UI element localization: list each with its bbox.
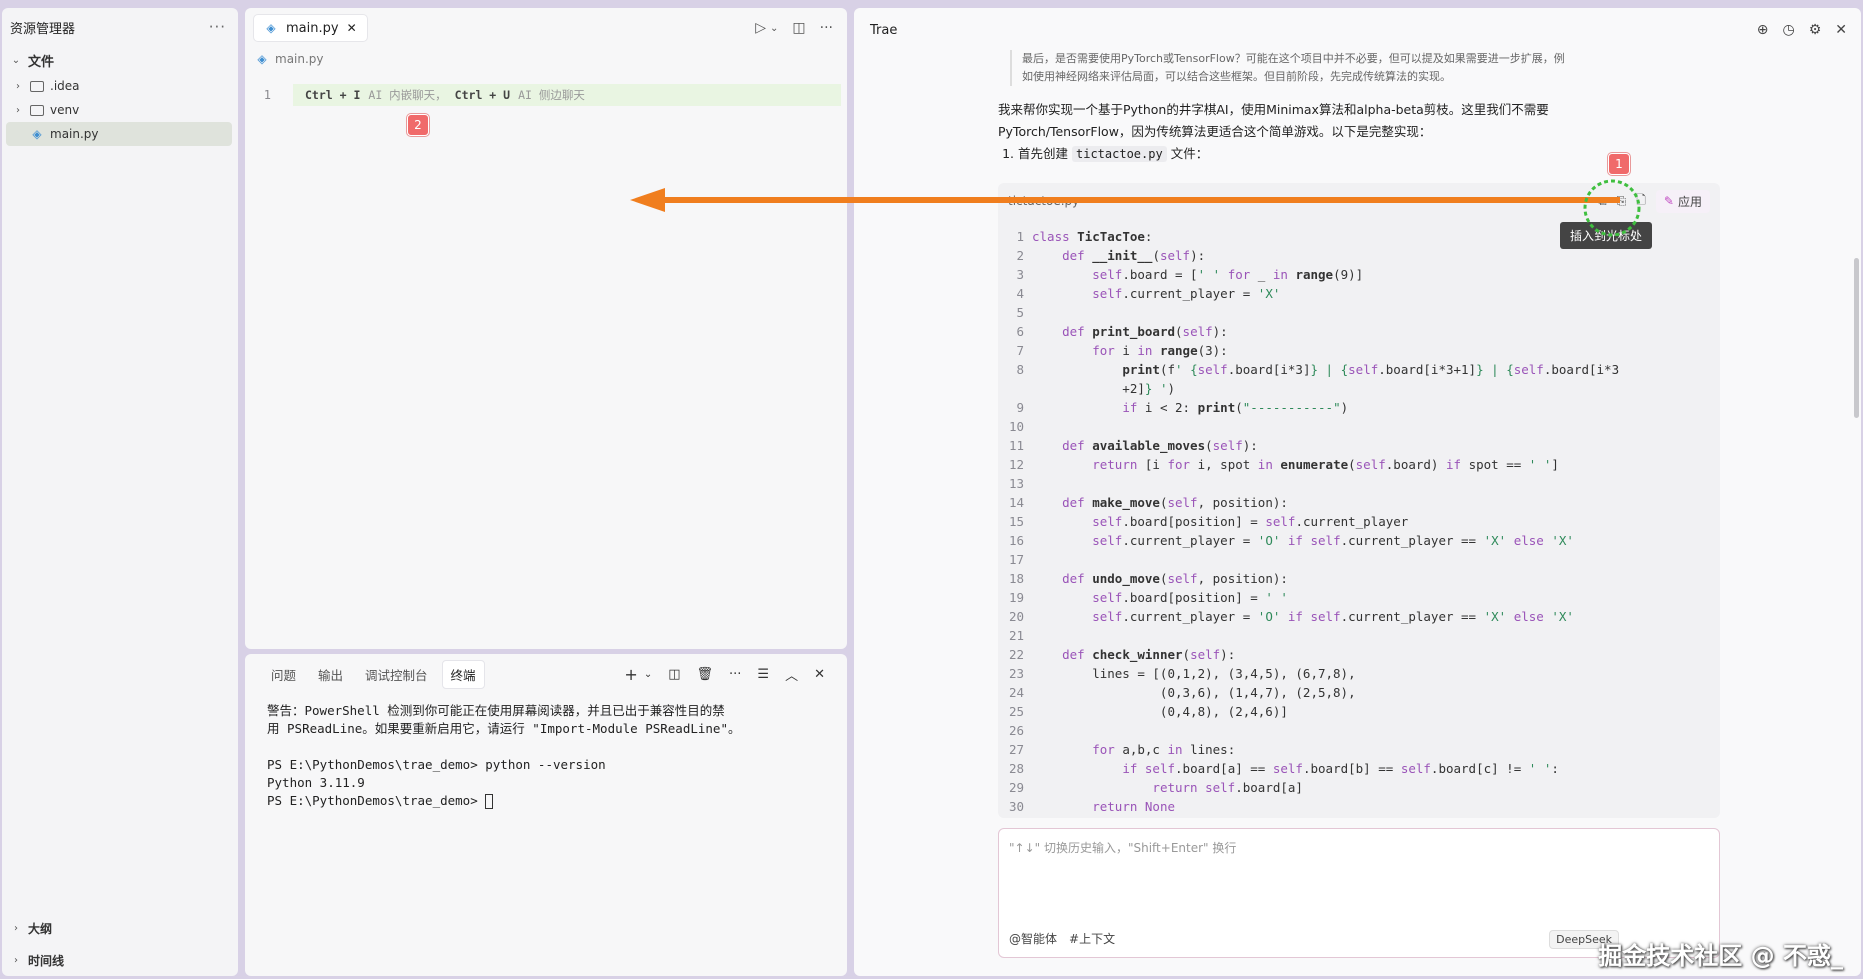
files-section-label: 文件 <box>28 54 55 70</box>
tab-label: main.py <box>286 20 339 36</box>
chevron-down-icon[interactable]: ⌄ <box>770 23 778 34</box>
explorer-panel: 资源管理器 ··· ⌄ 文件 › .idea › venv ◈ main.py … <box>2 8 238 976</box>
annotation-marker-2: 2 <box>407 114 429 136</box>
code-content[interactable]: 1 class TicTacToe: 2 def __init__(self): … <box>998 219 1720 818</box>
tree-item-venv[interactable]: › venv <box>2 98 238 122</box>
split-terminal-icon[interactable]: ◫ <box>668 667 680 682</box>
python-file-icon: ◈ <box>32 127 42 141</box>
tree-item-label: .idea <box>50 79 80 93</box>
terminal-output[interactable]: 警告：PowerShell 检测到你可能正在使用屏幕阅读器，并且已出于兼容性目的… <box>245 694 847 818</box>
close-icon[interactable]: ✕ <box>814 667 825 682</box>
chevron-right-icon: › <box>14 954 18 966</box>
assistant-answer: 我来帮你实现一个基于Python的井字棋AI，使用Minimax算法和alpha… <box>998 99 1588 165</box>
plus-icon[interactable]: + <box>624 665 637 684</box>
terminal-cursor <box>485 794 494 809</box>
folder-icon <box>30 104 44 116</box>
chevron-right-icon: › <box>16 104 20 116</box>
tab-debug-console[interactable]: 调试控制台 <box>357 661 436 688</box>
code-block-filename: tictactoe.py <box>1008 194 1080 208</box>
tree-item-idea[interactable]: › .idea <box>2 74 238 98</box>
sparkle-icon: ✎ <box>1663 194 1674 208</box>
outline-section[interactable]: › 大纲 <box>2 912 238 944</box>
timeline-section[interactable]: › 时间线 <box>2 944 238 976</box>
tree-item-label: main.py <box>50 127 99 141</box>
more-icon[interactable]: ··· <box>729 667 741 682</box>
close-icon[interactable]: ✕ <box>1835 22 1847 38</box>
chat-input-placeholder: "↑↓" 切换历史输入，"Shift+Enter" 换行 <box>1009 841 1237 855</box>
files-section[interactable]: ⌄ 文件 <box>2 46 238 74</box>
thinking-text: 最后，是否需要使用PyTorch或TensorFlow？可能在这个项目中并不必要… <box>1010 50 1570 86</box>
chevron-down-icon: ⌄ <box>11 54 21 66</box>
timeline-label: 时间线 <box>28 953 65 968</box>
python-file-icon: ◈ <box>266 21 276 35</box>
inline-code: tictactoe.py <box>1072 146 1167 162</box>
hint-text: AI 侧边聊天 <box>518 88 585 102</box>
terminal-line: 警告：PowerShell 检测到你可能正在使用屏幕阅读器，并且已出于兼容性目的… <box>267 703 725 718</box>
tree-item-main-py[interactable]: ◈ main.py <box>6 122 232 146</box>
new-file-icon[interactable]: 🗋 <box>1636 191 1646 212</box>
step-text: 首先创建 <box>1018 146 1069 161</box>
outline-label: 大纲 <box>28 921 53 936</box>
breadcrumb-label[interactable]: main.py <box>275 52 324 66</box>
agent-button[interactable]: @智能体 <box>1009 930 1057 947</box>
terminal-line: Python 3.11.9 <box>267 775 365 790</box>
terminal-panel: 问题 输出 调试控制台 终端 + ⌄ ◫ 🗑 ··· ☰ ︿ ✕ 警告：Powe… <box>245 654 847 976</box>
gear-icon[interactable]: ⚙ <box>1809 22 1822 38</box>
chevron-right-icon: › <box>16 80 20 92</box>
chevron-down-icon[interactable]: ⌄ <box>644 669 652 680</box>
python-file-icon: ◈ <box>257 52 267 66</box>
trash-icon[interactable]: 🗑 <box>697 667 714 682</box>
insert-at-cursor-icon[interactable]: ⎘ <box>1617 194 1627 209</box>
line-number: 1 <box>263 88 271 102</box>
explorer-title: 资源管理器 <box>10 21 76 37</box>
annotation-marker-1: 1 <box>1608 153 1630 175</box>
hint-key: Ctrl + U <box>454 88 511 102</box>
split-editor-icon[interactable]: ◫ <box>792 20 805 36</box>
answer-paragraph: 我来帮你实现一个基于Python的井字棋AI，使用Minimax算法和alpha… <box>998 102 1549 139</box>
run-icon[interactable]: ▷ <box>755 20 766 36</box>
context-button[interactable]: #上下文 <box>1069 930 1115 947</box>
tree-item-label: venv <box>50 103 80 117</box>
answer-step: 首先创建 tictactoe.py 文件： <box>1018 143 1588 165</box>
terminal-line: 用 PSReadLine。如果要重新启用它，请运行 "Import-Module… <box>267 721 741 736</box>
explorer-header: 资源管理器 ··· <box>2 8 238 46</box>
breadcrumb: ◈ main.py <box>245 48 847 70</box>
trae-chat-panel: Trae ⊕ ◷ ⚙ ✕ 最后，是否需要使用PyTorch或TensorFlow… <box>854 8 1861 976</box>
hint-key: Ctrl + I <box>305 88 361 102</box>
ai-hint: Ctrl + I AI 内嵌聊天， Ctrl + U AI 侧边聊天 <box>293 84 841 106</box>
apply-label: 应用 <box>1677 194 1702 209</box>
editor-line[interactable]: 1 Ctrl + I AI 内嵌聊天， Ctrl + U AI 侧边聊天 <box>245 84 847 106</box>
more-icon[interactable]: ··· <box>820 20 833 36</box>
chat-title: Trae <box>870 22 898 38</box>
watermark: 掘金技术社区 @ 不惑_ <box>1598 942 1843 970</box>
terminal-line: PS E:\PythonDemos\trae_demo> python --ve… <box>267 757 606 772</box>
insert-tooltip: 插入到光标处 <box>1560 222 1653 249</box>
chevron-up-icon[interactable]: ︿ <box>785 665 798 684</box>
close-icon[interactable]: ✕ <box>347 21 357 35</box>
history-icon[interactable]: ◷ <box>1782 22 1794 38</box>
new-chat-icon[interactable]: ⊕ <box>1757 22 1769 38</box>
editor-panel: ◈ main.py ✕ ▷ ⌄ ◫ ··· ◈ main.py 1 Ctrl +… <box>245 8 847 649</box>
tab-terminal[interactable]: 终端 <box>441 659 485 689</box>
copy-icon[interactable]: ⧉ <box>1598 194 1607 209</box>
step-text: 文件： <box>1170 146 1209 161</box>
tab-output[interactable]: 输出 <box>310 661 351 688</box>
hint-text: AI 内嵌聊天， <box>368 88 447 102</box>
settings-sliders-icon[interactable]: ☰ <box>757 667 769 682</box>
more-icon[interactable]: ··· <box>209 18 226 36</box>
terminal-prompt: PS E:\PythonDemos\trae_demo> <box>267 793 486 808</box>
chat-scrollbar[interactable] <box>1854 258 1859 418</box>
code-block: tictactoe.py ⧉ ⎘ 🗋 ✎ 应用 1 class TicTacToe… <box>998 183 1720 818</box>
folder-icon <box>30 80 44 92</box>
apply-button[interactable]: ✎ 应用 <box>1655 189 1710 213</box>
tab-main-py[interactable]: ◈ main.py ✕ <box>253 14 368 42</box>
tab-problems[interactable]: 问题 <box>263 661 304 688</box>
chevron-right-icon: › <box>14 922 18 934</box>
